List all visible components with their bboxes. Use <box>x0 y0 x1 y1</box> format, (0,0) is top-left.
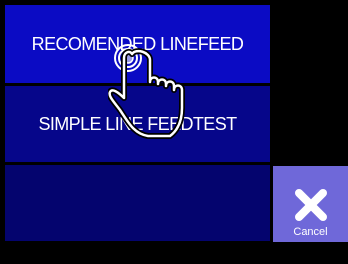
recommended-linefeed-button[interactable]: RECOMENDED LINEFEED <box>5 5 270 83</box>
simple-linefeed-test-button[interactable]: SIMPLE LINE FEEDTEST <box>5 86 270 162</box>
cancel-button[interactable]: Cancel <box>273 166 348 242</box>
recommended-linefeed-label: RECOMENDED LINEFEED <box>31 33 244 54</box>
cancel-label: Cancel <box>293 226 328 238</box>
simple-linefeed-test-label: SIMPLE LINE FEEDTEST <box>38 113 237 134</box>
linefeed-menu-screen: RECOMENDED LINEFEED SIMPLE LINE FEEDTEST… <box>0 0 348 264</box>
close-icon <box>294 189 327 221</box>
empty-option-button[interactable] <box>5 165 270 241</box>
